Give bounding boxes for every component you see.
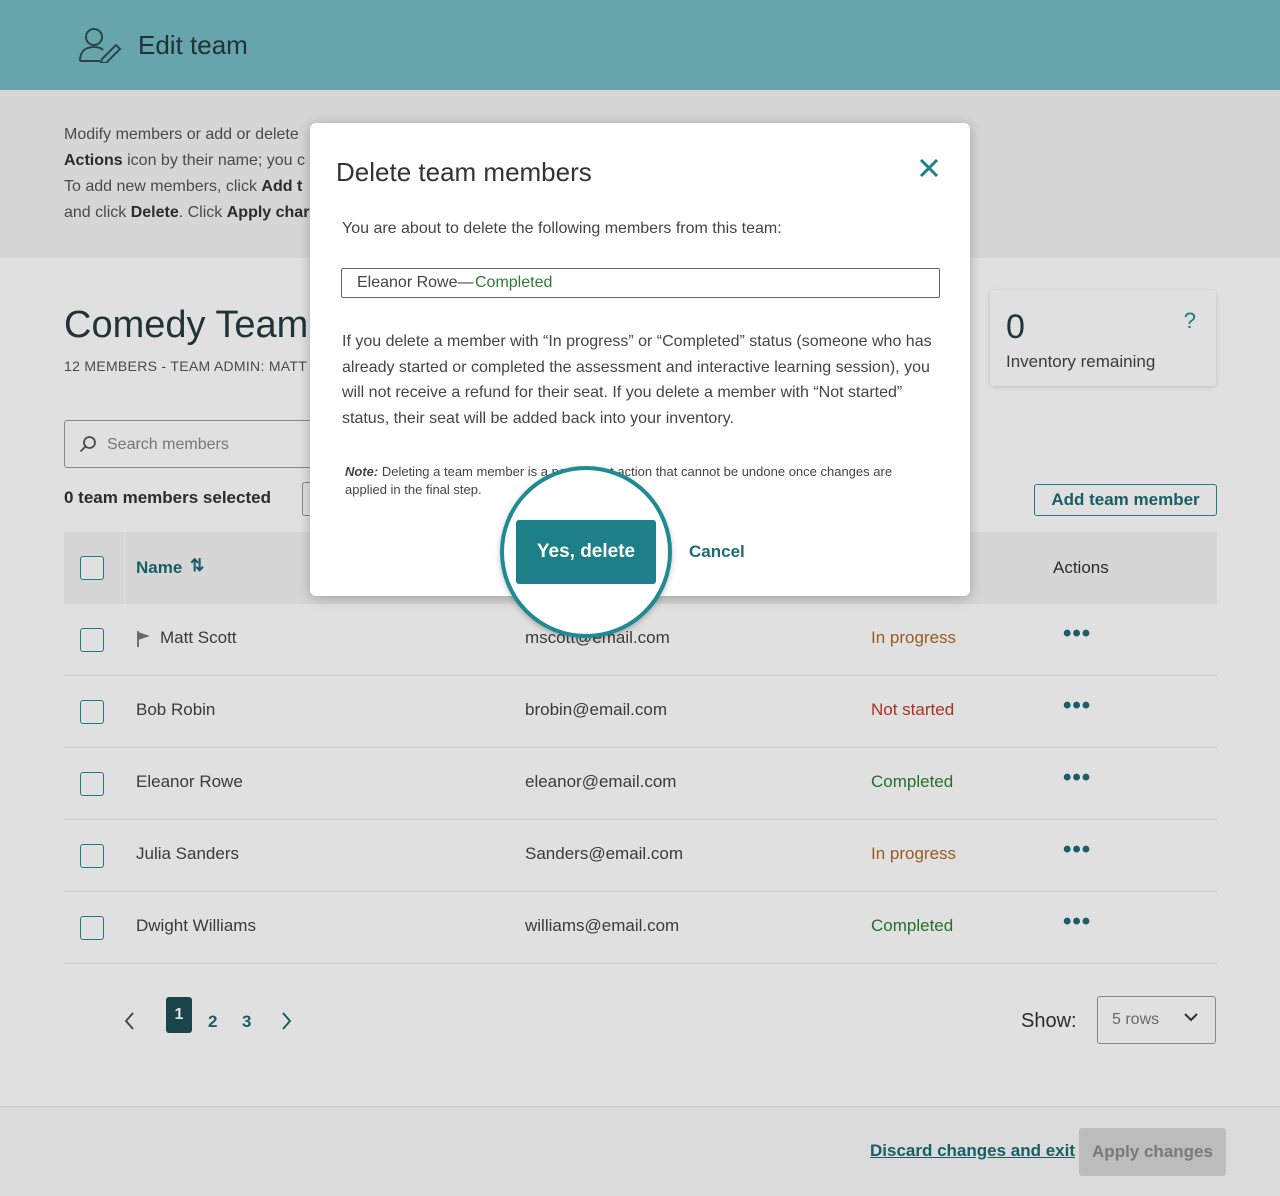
close-icon[interactable] — [918, 157, 940, 179]
dialog-title: Delete team members — [336, 157, 592, 187]
note-label: Note: — [345, 464, 379, 479]
cancel-button[interactable]: Cancel — [689, 542, 745, 562]
dialog-intro: You are about to delete the following me… — [342, 220, 782, 237]
members-to-delete-list: Eleanor Rowe— Completed — [341, 268, 940, 298]
highlight-callout: Yes, delete — [500, 466, 672, 638]
member-status: Completed — [475, 274, 553, 291]
member-name: Eleanor Rowe— — [357, 274, 474, 291]
dialog-body: If you delete a member with “In progress… — [342, 333, 932, 427]
yes-delete-button[interactable]: Yes, delete — [516, 520, 656, 584]
